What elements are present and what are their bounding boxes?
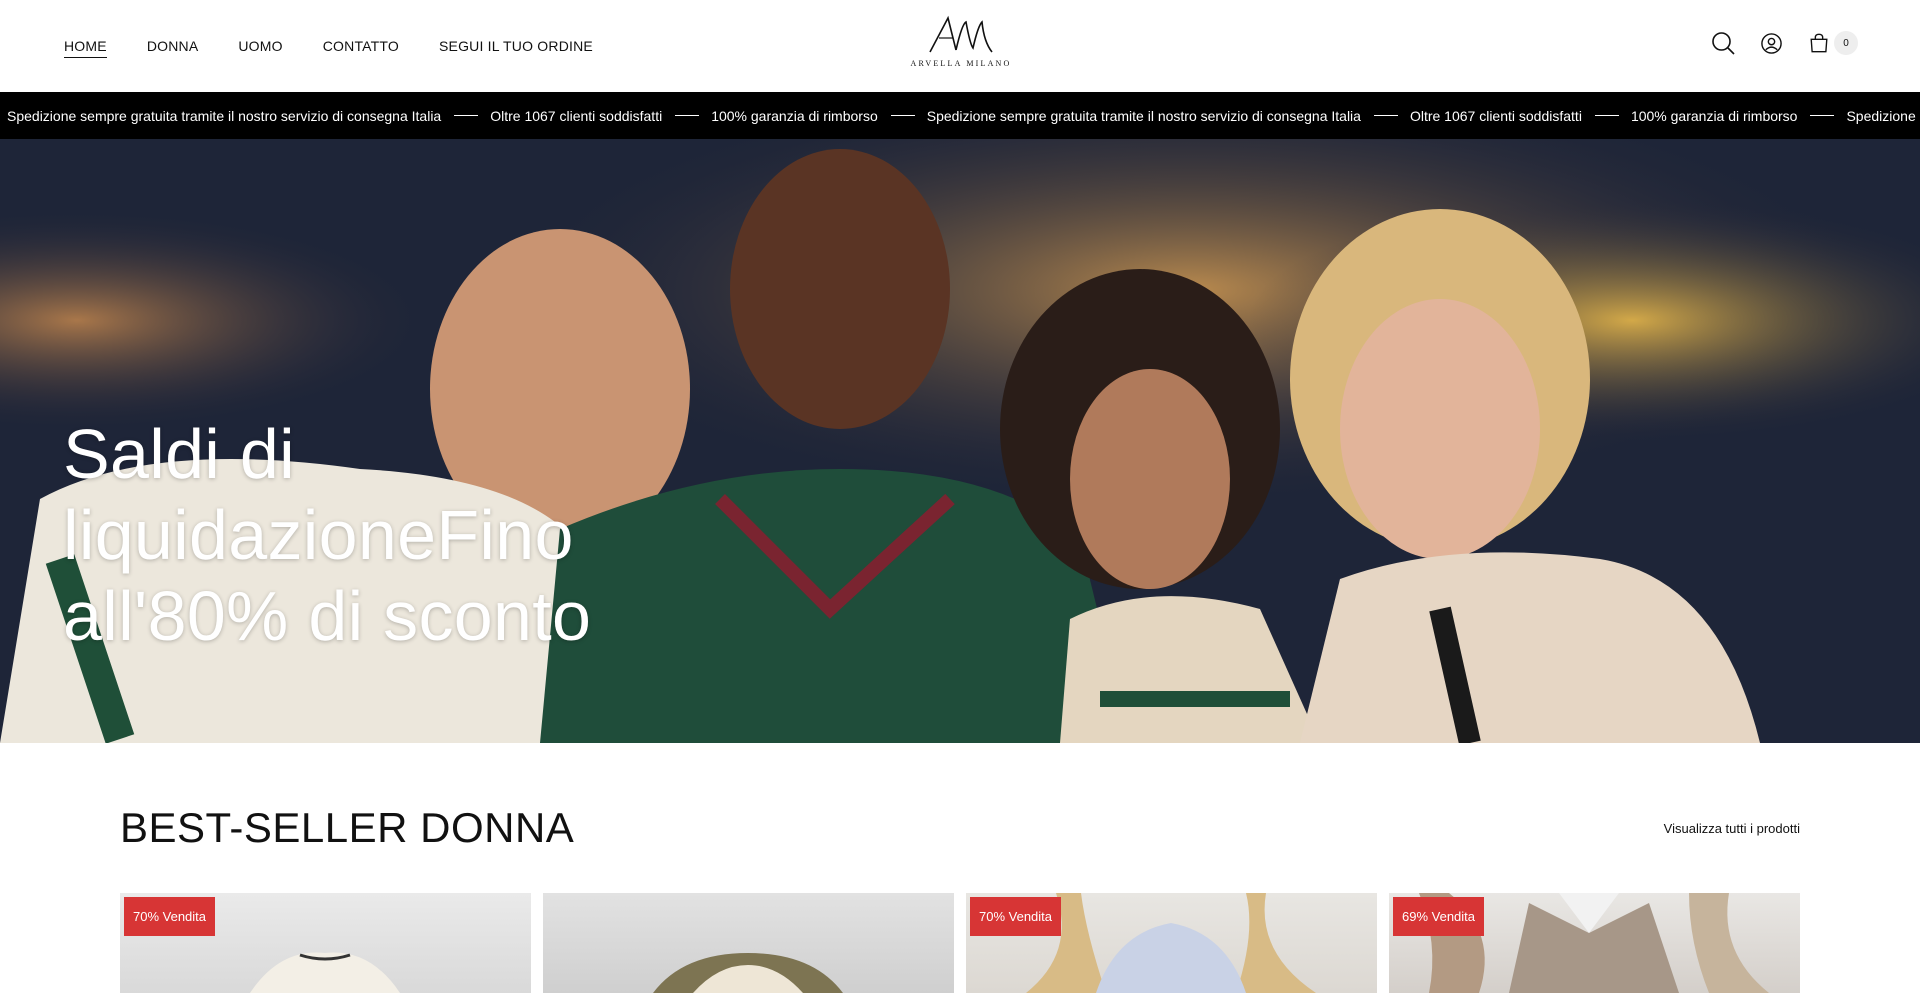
section-title: BEST-SELLER DONNA — [120, 804, 575, 851]
announcement-item: Spedizione sempre gratuita tramite il no… — [926, 107, 1361, 124]
brand-logo[interactable]: ARVELLA MILANO — [908, 14, 1014, 74]
announcement-divider — [1810, 115, 1835, 116]
announcement-divider — [1373, 115, 1398, 116]
announcement-divider — [454, 115, 479, 116]
search-icon[interactable] — [1710, 30, 1736, 56]
logo-wordmark: ARVELLA MILANO — [910, 59, 1012, 68]
announcement-item: Spedizione sempre gratuita tramite il no… — [7, 107, 442, 124]
header-actions: 0 — [1688, 30, 1858, 56]
announcement-divider — [675, 115, 700, 116]
hero-title: Saldi di liquidazioneFino all'80% di sco… — [63, 415, 592, 655]
sale-badge: 69% Vendita — [1393, 897, 1485, 936]
bag-icon[interactable] — [1806, 30, 1832, 56]
announcement-bar: Spedizione sempre gratuita tramite il no… — [0, 92, 1920, 139]
nav-home[interactable]: HOME — [64, 37, 107, 58]
announcement-divider — [890, 115, 915, 116]
announcement-divider — [1594, 115, 1619, 116]
product-grid: 70% Vendita 70% Vendita 69% Vendita — [120, 893, 1800, 993]
nav-track-order[interactable]: SEGUI IL TUO ORDINE — [439, 37, 593, 58]
logo-monogram-icon — [929, 15, 993, 53]
site-header: HOME DONNA UOMO CONTATTO SEGUI IL TUO OR… — [0, 0, 1920, 92]
announcement-item: 100% garanzia di rimborso — [711, 107, 878, 124]
hero-banner[interactable]: Saldi di liquidazioneFino all'80% di sco… — [0, 139, 1920, 743]
product-card[interactable]: 70% Vendita — [966, 893, 1377, 993]
announcement-item: Oltre 1067 clienti soddisfatti — [490, 107, 663, 124]
nav-donna[interactable]: DONNA — [147, 37, 199, 58]
announcement-item: Spedizione sempre gratuita tramite il no… — [1846, 107, 1920, 124]
nav-uomo[interactable]: UOMO — [238, 37, 282, 58]
main-nav: HOME DONNA UOMO CONTATTO SEGUI IL TUO OR… — [64, 37, 633, 58]
announcement-item: Oltre 1067 clienti soddisfatti — [1409, 107, 1582, 124]
view-all-link[interactable]: Visualizza tutti i prodotti — [1664, 821, 1800, 836]
product-card[interactable] — [543, 893, 954, 993]
product-card[interactable]: 70% Vendita — [120, 893, 531, 993]
product-image — [653, 953, 843, 993]
sale-badge: 70% Vendita — [970, 897, 1062, 936]
nav-contatto[interactable]: CONTATTO — [323, 37, 399, 58]
product-card[interactable]: 69% Vendita — [1389, 893, 1800, 993]
account-icon[interactable] — [1758, 30, 1784, 56]
sale-badge: 70% Vendita — [124, 897, 216, 936]
cart-count-badge[interactable]: 0 — [1834, 31, 1858, 55]
announcement-item: 100% garanzia di rimborso — [1630, 107, 1798, 124]
announcement-track: Spedizione sempre gratuita tramite il no… — [7, 92, 1920, 139]
